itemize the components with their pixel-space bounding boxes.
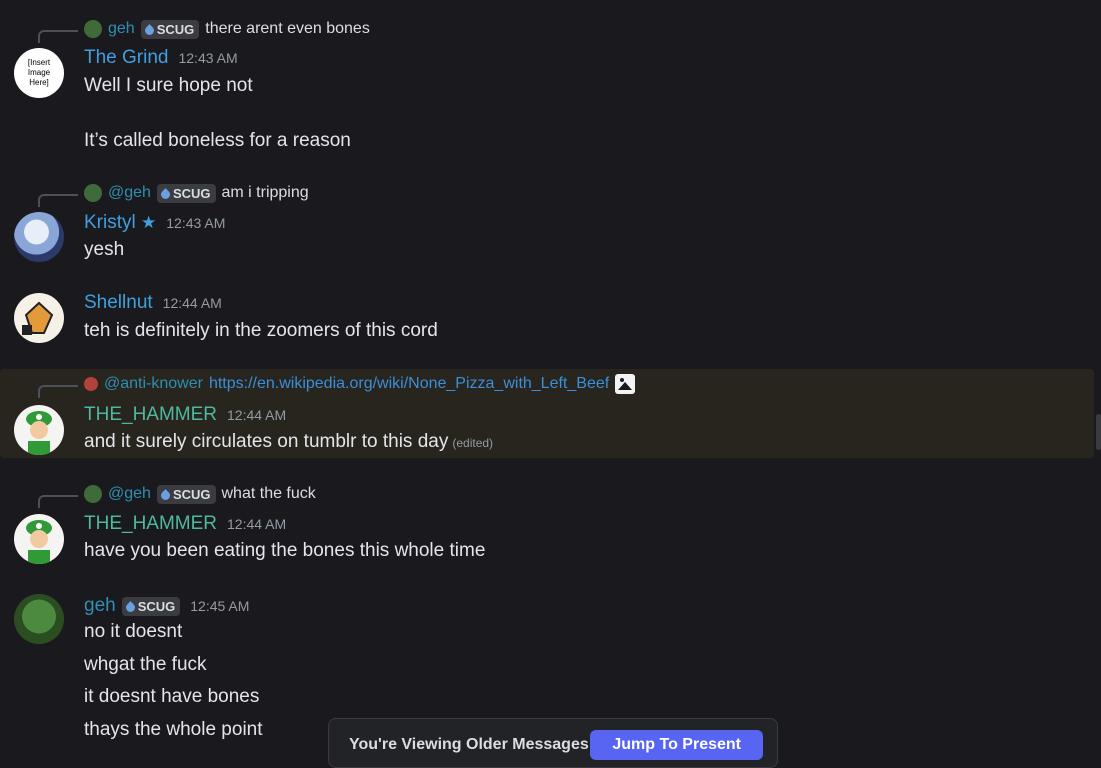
message-text: Well I sure hope not [84, 75, 253, 96]
timestamp[interactable]: 12:43 AM [166, 215, 225, 231]
drop-icon [161, 188, 170, 199]
role-tag: SCUG [140, 19, 200, 39]
message-text: yesh [84, 239, 125, 260]
message-text: whgat the fuck [84, 654, 207, 675]
reply-preview[interactable]: geh SCUG there arent even bones [84, 18, 370, 40]
star-icon: ★ [141, 213, 157, 232]
author-name[interactable]: THE_HAMMER [84, 404, 217, 426]
message-text: no it doesnt [84, 621, 183, 642]
reply-text: there arent even bones [205, 20, 370, 37]
role-tag: SCUG [121, 596, 181, 616]
scrollbar-thumb[interactable] [1096, 414, 1101, 450]
reply-connector [38, 194, 78, 207]
message-text: It’s called boneless for a reason [84, 130, 351, 151]
avatar[interactable] [14, 405, 64, 455]
role-tag: SCUG [156, 484, 216, 504]
reply-text: am i tripping [221, 184, 309, 201]
message-text: thays the whole point [84, 719, 263, 740]
image-icon [615, 374, 636, 394]
message-text: have you been eating the bones this whol… [84, 540, 486, 561]
reply-link[interactable]: https://en.wikipedia.org/wiki/None_Pizza… [209, 375, 609, 393]
drop-icon [145, 24, 154, 35]
luigi-avatar-icon [26, 411, 52, 455]
message-header: Shellnut 12:44 AM [84, 291, 222, 315]
role-tag: SCUG [156, 183, 216, 203]
message-header: THE_HAMMER 12:44 AM [84, 512, 286, 536]
reply-avatar [84, 485, 102, 503]
luigi-avatar-icon [26, 520, 52, 564]
message-header: The Grind 12:43 AM [84, 46, 238, 70]
avatar[interactable]: [Insert Image Here] [14, 48, 64, 98]
reply-preview[interactable]: @anti-knower https://en.wikipedia.org/wi… [84, 373, 636, 395]
reply-text: what the fuck [221, 485, 316, 502]
older-messages-banner: You're Viewing Older Messages Jump To Pr… [328, 718, 778, 768]
timestamp[interactable]: 12:44 AM [227, 516, 286, 532]
author-name[interactable]: geh [84, 595, 116, 617]
shellnut-avatar-icon [22, 301, 54, 335]
message-text: and it surely circulates on tumblr to th… [84, 431, 494, 452]
avatar[interactable] [14, 212, 64, 262]
reply-author[interactable]: @geh [108, 485, 151, 503]
jump-to-present-button[interactable]: Jump To Present [590, 730, 763, 760]
message-text: teh is definitely in the zoomers of this… [84, 320, 438, 341]
reply-avatar [84, 184, 102, 202]
message-header: Kristyl ★ 12:43 AM [84, 211, 225, 235]
reply-avatar [84, 377, 98, 391]
reply-preview[interactable]: @geh SCUG what the fuck [84, 483, 316, 505]
reply-author[interactable]: geh [108, 20, 135, 38]
message-header: THE_HAMMER 12:44 AM [84, 403, 286, 427]
author-name[interactable]: Kristyl ★ [84, 212, 156, 234]
timestamp[interactable]: 12:44 AM [163, 295, 222, 311]
avatar-placeholder-text: [Insert Image Here] [27, 58, 51, 87]
reply-preview[interactable]: @geh SCUG am i tripping [84, 182, 309, 204]
reply-connector [38, 385, 78, 398]
reply-author[interactable]: @geh [108, 184, 151, 202]
banner-text: You're Viewing Older Messages [349, 736, 589, 753]
reply-avatar [84, 20, 102, 38]
drop-icon [126, 601, 135, 612]
author-name[interactable]: The Grind [84, 47, 168, 69]
message-text: it doesnt have bones [84, 686, 260, 707]
reply-connector [38, 30, 78, 43]
reply-connector [38, 495, 78, 508]
avatar[interactable] [14, 594, 64, 644]
author-name[interactable]: Shellnut [84, 292, 153, 314]
edited-label: (edited) [452, 436, 494, 450]
avatar[interactable] [14, 293, 64, 343]
drop-icon [161, 489, 170, 500]
author-name[interactable]: THE_HAMMER [84, 513, 217, 535]
timestamp[interactable]: 12:44 AM [227, 407, 286, 423]
message-header: geh SCUG 12:45 AM [84, 594, 249, 618]
reply-author[interactable]: @anti-knower [104, 375, 203, 393]
timestamp[interactable]: 12:43 AM [178, 50, 237, 66]
timestamp[interactable]: 12:45 AM [190, 598, 249, 614]
avatar[interactable] [14, 514, 64, 564]
